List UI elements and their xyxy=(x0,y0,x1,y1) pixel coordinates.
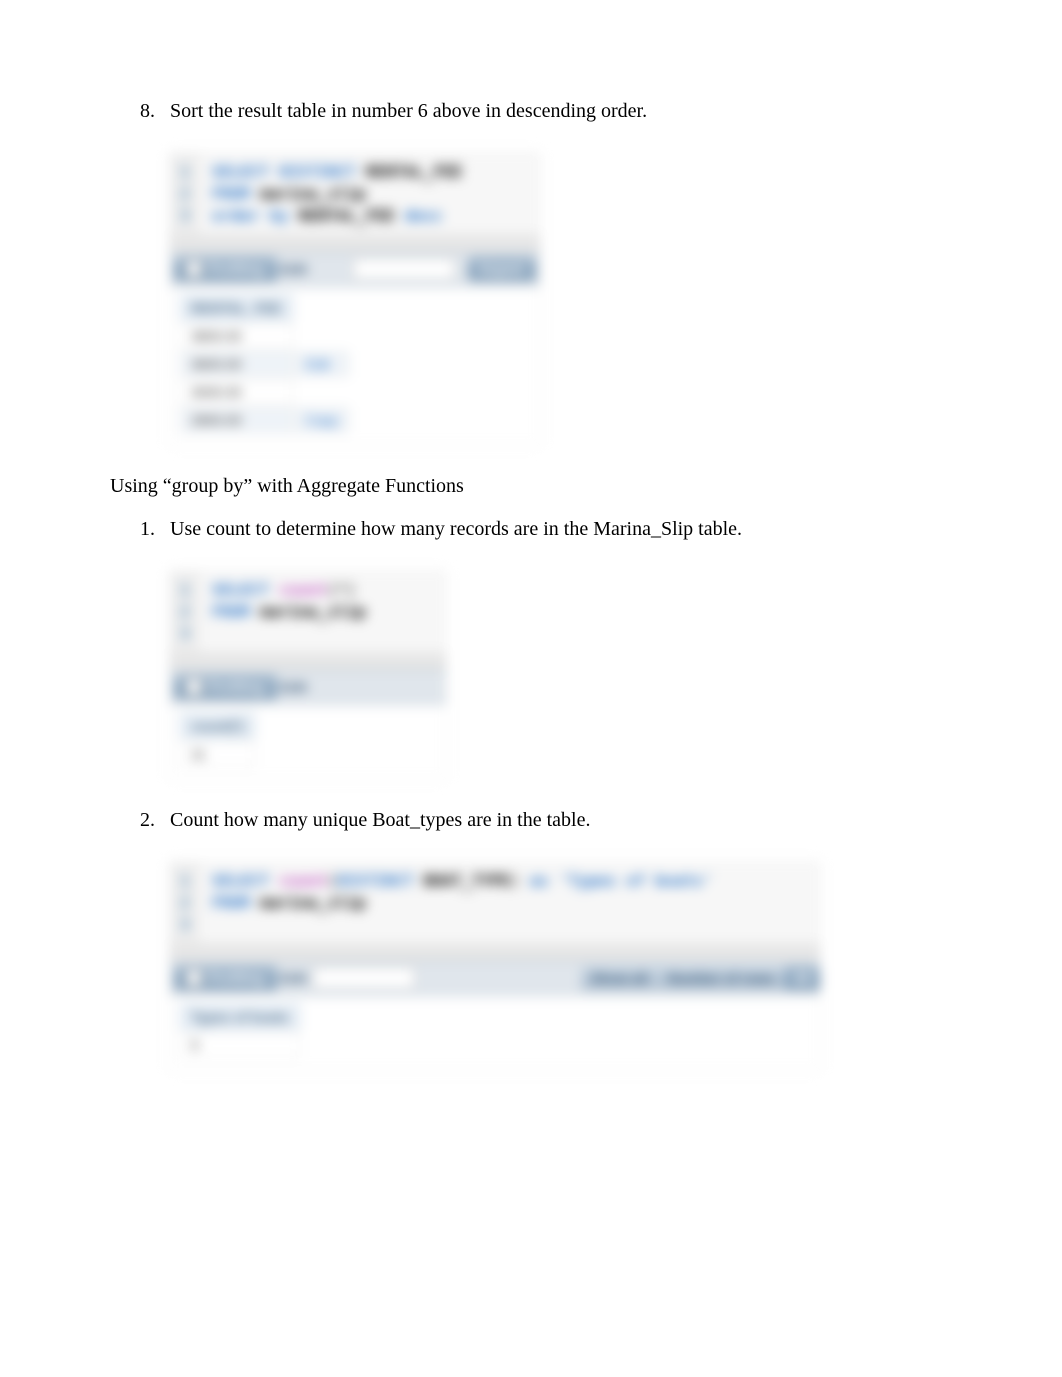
code-area: 1 2 3 SELECT DISTINCT RENTAL_FEE FROM ma… xyxy=(170,153,540,235)
line-num: 1 xyxy=(180,579,190,601)
code-area: 1 2 3 SELECT count(*) FROM marina_slip xyxy=(170,571,446,653)
edit-label[interactable]: Edit xyxy=(281,261,307,277)
result-grid: count(*) 11 xyxy=(170,705,446,779)
checkbox-icon xyxy=(186,261,202,277)
sql-screenshot-1: 1 2 3 SELECT DISTINCT RENTAL_FEE FROM ma… xyxy=(170,153,540,445)
cell: 3000.00 xyxy=(180,379,293,405)
toolbar: Profiling Edit xyxy=(170,669,446,705)
toolbar: Profiling Edit Show all Number of rows 2… xyxy=(170,960,820,996)
sql-screenshot-2: 1 2 3 SELECT count(*) FROM marina_slip P… xyxy=(170,571,446,779)
line-gutter: 1 2 3 xyxy=(170,153,200,235)
numrows-label: Number of rows xyxy=(658,966,785,990)
line-gutter: 1 2 3 xyxy=(170,862,200,944)
sql-code: SELECT count(DISTINCT BOAT_TYPE) as 'Typ… xyxy=(200,862,725,944)
line-num: 3 xyxy=(180,205,190,227)
checkbox-icon xyxy=(186,679,202,695)
list-text: Count how many unique Boat_types are in … xyxy=(170,809,952,832)
link-cell[interactable]: Copy xyxy=(295,407,350,433)
cell: 11 xyxy=(180,741,255,767)
edit-label[interactable]: Edit xyxy=(281,970,307,986)
toolbar: Profiling Edit Export xyxy=(170,251,540,287)
profiling-button[interactable]: Profiling xyxy=(174,966,277,990)
code-area: 1 2 3 SELECT count(DISTINCT BOAT_TYPE) a… xyxy=(170,862,820,944)
checkbox-icon xyxy=(186,970,202,986)
sql-code: SELECT DISTINCT RENTAL_FEE FROM marina_s… xyxy=(200,153,474,235)
profiling-button[interactable]: Profiling xyxy=(174,257,277,281)
document-page: 8. Sort the result table in number 6 abo… xyxy=(0,0,1062,1300)
profiling-button[interactable]: Profiling xyxy=(174,675,277,699)
cell: 3600.00 xyxy=(180,351,293,377)
cell: 3800.00 xyxy=(180,323,293,349)
list-number: 8. xyxy=(140,100,170,123)
cell: 2800.00 xyxy=(180,407,293,433)
line-num: 2 xyxy=(180,601,190,623)
line-num: 1 xyxy=(180,161,190,183)
sql-screenshot-3: 1 2 3 SELECT count(DISTINCT BOAT_TYPE) a… xyxy=(170,862,820,1070)
numrows-value[interactable]: 25 xyxy=(784,966,820,990)
line-num: 3 xyxy=(180,914,190,936)
list-item-1: 1. Use count to determine how many recor… xyxy=(140,518,952,541)
extra-button[interactable]: Export xyxy=(468,257,536,281)
cell: 5 xyxy=(180,1032,300,1058)
list-text: Sort the result table in number 6 above … xyxy=(170,100,952,123)
list-number: 1. xyxy=(140,518,170,541)
divider xyxy=(170,944,820,960)
result-grid: Types of boats 5 xyxy=(170,996,820,1070)
list-number: 2. xyxy=(140,809,170,832)
section-heading: Using “group by” with Aggregate Function… xyxy=(110,475,952,498)
result-grid: RENTAL_FEE 3800.00 3600.00Edit 3000.00 2… xyxy=(170,287,540,445)
link-cell[interactable]: Edit xyxy=(295,351,350,377)
divider xyxy=(170,653,446,669)
list-item-2: 2. Count how many unique Boat_types are … xyxy=(140,809,952,832)
line-num: 2 xyxy=(180,183,190,205)
line-num: 2 xyxy=(180,892,190,914)
sql-code: SELECT count(*) FROM marina_slip xyxy=(200,571,378,653)
inline-input[interactable] xyxy=(353,258,455,280)
list-text: Use count to determine how many records … xyxy=(170,518,952,541)
col-header: count(*) xyxy=(180,713,255,739)
edit-label[interactable]: Edit xyxy=(281,679,307,695)
list-item-8: 8. Sort the result table in number 6 abo… xyxy=(140,100,952,123)
col-header: Types of boats xyxy=(180,1004,300,1030)
line-num: 3 xyxy=(180,623,190,645)
showall-button[interactable]: Show all xyxy=(581,966,658,990)
line-num: 1 xyxy=(180,870,190,892)
inline-input[interactable] xyxy=(313,967,415,989)
col-header: RENTAL_FEE xyxy=(180,295,293,321)
divider xyxy=(170,235,540,251)
line-gutter: 1 2 3 xyxy=(170,571,200,653)
